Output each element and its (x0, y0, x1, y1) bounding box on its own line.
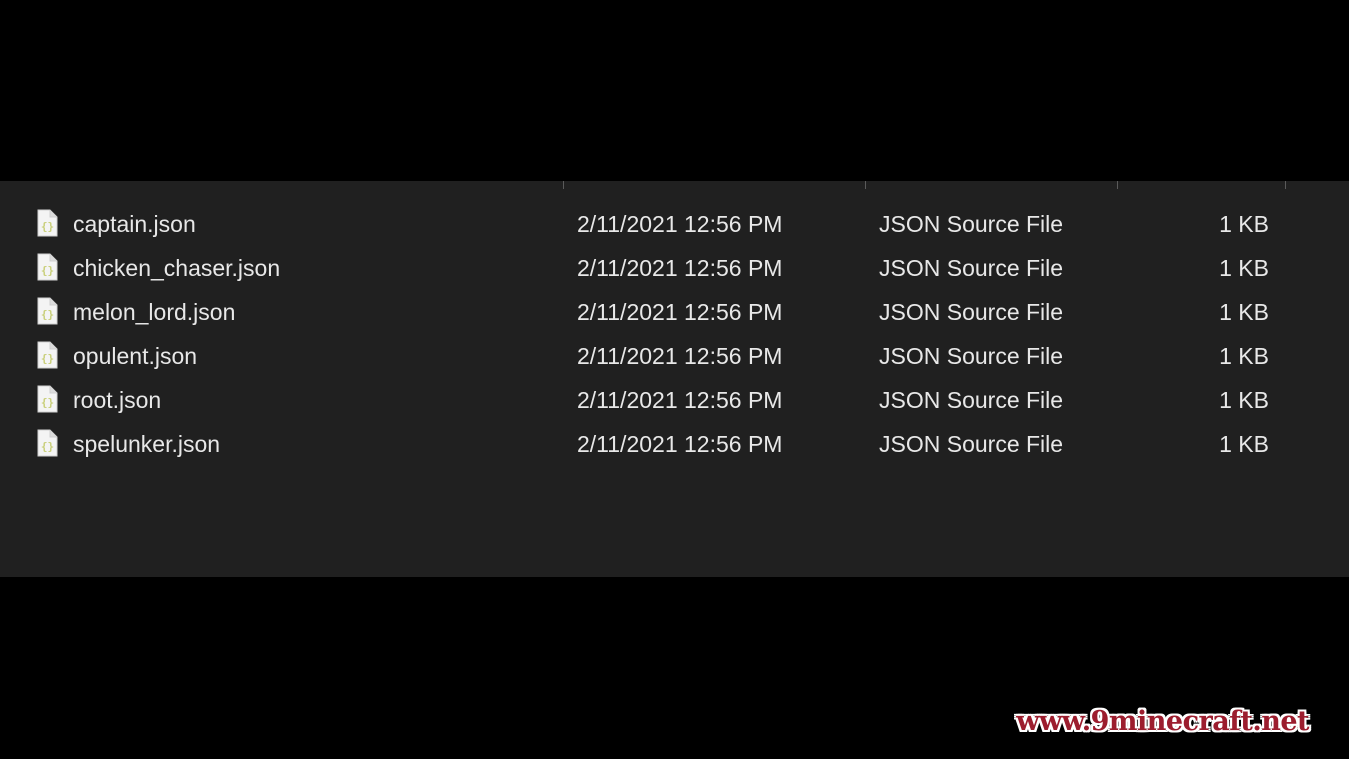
file-row[interactable]: {} opulent.json 2/11/2021 12:56 PM JSON … (0, 334, 1349, 378)
file-type: JSON Source File (879, 431, 1064, 457)
file-date-modified: 2/11/2021 12:56 PM (577, 211, 783, 237)
file-name: opulent.json (73, 343, 198, 369)
file-name: root.json (73, 387, 162, 413)
file-type: JSON Source File (879, 387, 1064, 413)
file-row[interactable]: {} root.json 2/11/2021 12:56 PM JSON Sou… (0, 378, 1349, 422)
file-type: JSON Source File (879, 343, 1064, 369)
column-separator[interactable] (865, 181, 866, 189)
svg-text:{}: {} (41, 220, 54, 233)
svg-text:{}: {} (41, 440, 54, 453)
file-size: 1 KB (1219, 211, 1269, 237)
json-file-icon: {} (37, 341, 58, 369)
column-separator[interactable] (563, 181, 564, 189)
file-date-modified: 2/11/2021 12:56 PM (577, 343, 783, 369)
file-size: 1 KB (1219, 387, 1269, 413)
json-file-icon: {} (37, 297, 58, 325)
file-row[interactable]: {} spelunker.json 2/11/2021 12:56 PM JSO… (0, 422, 1349, 466)
svg-text:{}: {} (41, 352, 54, 365)
file-type: JSON Source File (879, 211, 1064, 237)
svg-text:{}: {} (41, 264, 54, 277)
file-name: captain.json (73, 211, 196, 237)
file-explorer-pane: {} captain.json 2/11/2021 12:56 PM JSON … (0, 181, 1349, 577)
svg-text:{}: {} (41, 396, 54, 409)
file-row[interactable]: {} captain.json 2/11/2021 12:56 PM JSON … (0, 202, 1349, 246)
file-size: 1 KB (1219, 431, 1269, 457)
file-date-modified: 2/11/2021 12:56 PM (577, 299, 783, 325)
watermark-logo: www.9minecraft.net (1016, 706, 1309, 737)
svg-text:{}: {} (41, 308, 54, 321)
file-type: JSON Source File (879, 299, 1064, 325)
file-date-modified: 2/11/2021 12:56 PM (577, 255, 783, 281)
file-size: 1 KB (1219, 255, 1269, 281)
file-date-modified: 2/11/2021 12:56 PM (577, 431, 783, 457)
json-file-icon: {} (37, 429, 58, 457)
file-date-modified: 2/11/2021 12:56 PM (577, 387, 783, 413)
file-name: spelunker.json (73, 431, 221, 457)
column-separator[interactable] (1285, 181, 1286, 189)
file-list: {} captain.json 2/11/2021 12:56 PM JSON … (0, 202, 1349, 466)
json-file-icon: {} (37, 253, 58, 281)
file-size: 1 KB (1219, 343, 1269, 369)
file-row[interactable]: {} melon_lord.json 2/11/2021 12:56 PM JS… (0, 290, 1349, 334)
file-size: 1 KB (1219, 299, 1269, 325)
column-separator[interactable] (1117, 181, 1118, 189)
file-name: melon_lord.json (73, 299, 236, 325)
file-name: chicken_chaser.json (73, 255, 281, 281)
json-file-icon: {} (37, 385, 58, 413)
file-row[interactable]: {} chicken_chaser.json 2/11/2021 12:56 P… (0, 246, 1349, 290)
file-type: JSON Source File (879, 255, 1064, 281)
json-file-icon: {} (37, 209, 58, 237)
